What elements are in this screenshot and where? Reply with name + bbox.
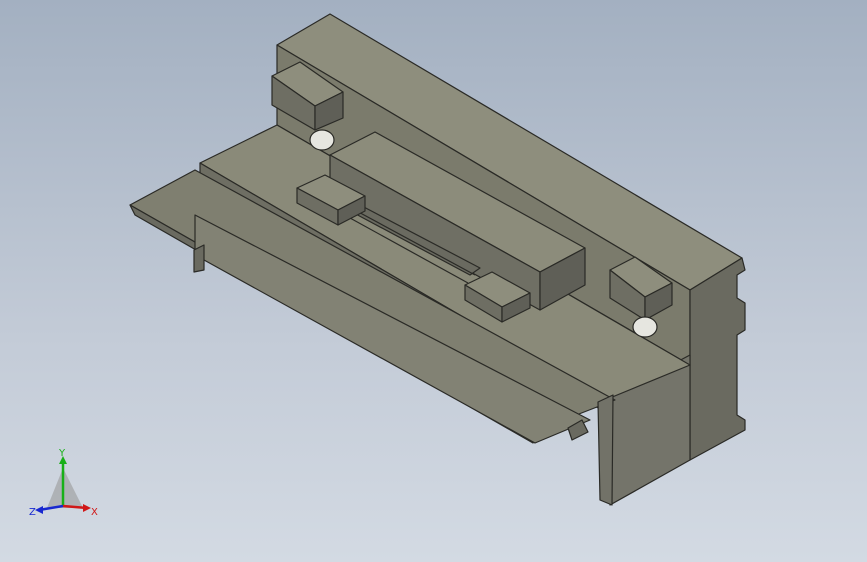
left-tab	[193, 244, 205, 273]
x-arrowhead	[83, 504, 91, 512]
triad-graphic: Y X Z	[29, 448, 98, 518]
right-end-side-face	[689, 257, 746, 461]
z-arrowhead	[35, 506, 43, 514]
right-leg-front	[597, 394, 614, 506]
z-axis-label: Z	[29, 507, 36, 518]
triad-cone	[47, 468, 83, 508]
connector-part-model[interactable]	[0, 0, 867, 562]
x-axis-label: X	[91, 507, 98, 518]
coordinate-triad[interactable]: Y X Z	[25, 448, 105, 528]
left-mounting-hole	[309, 129, 335, 151]
cad-viewport[interactable]: Y X Z	[0, 0, 867, 562]
right-mounting-hole	[632, 316, 658, 338]
y-axis-label: Y	[58, 448, 66, 459]
